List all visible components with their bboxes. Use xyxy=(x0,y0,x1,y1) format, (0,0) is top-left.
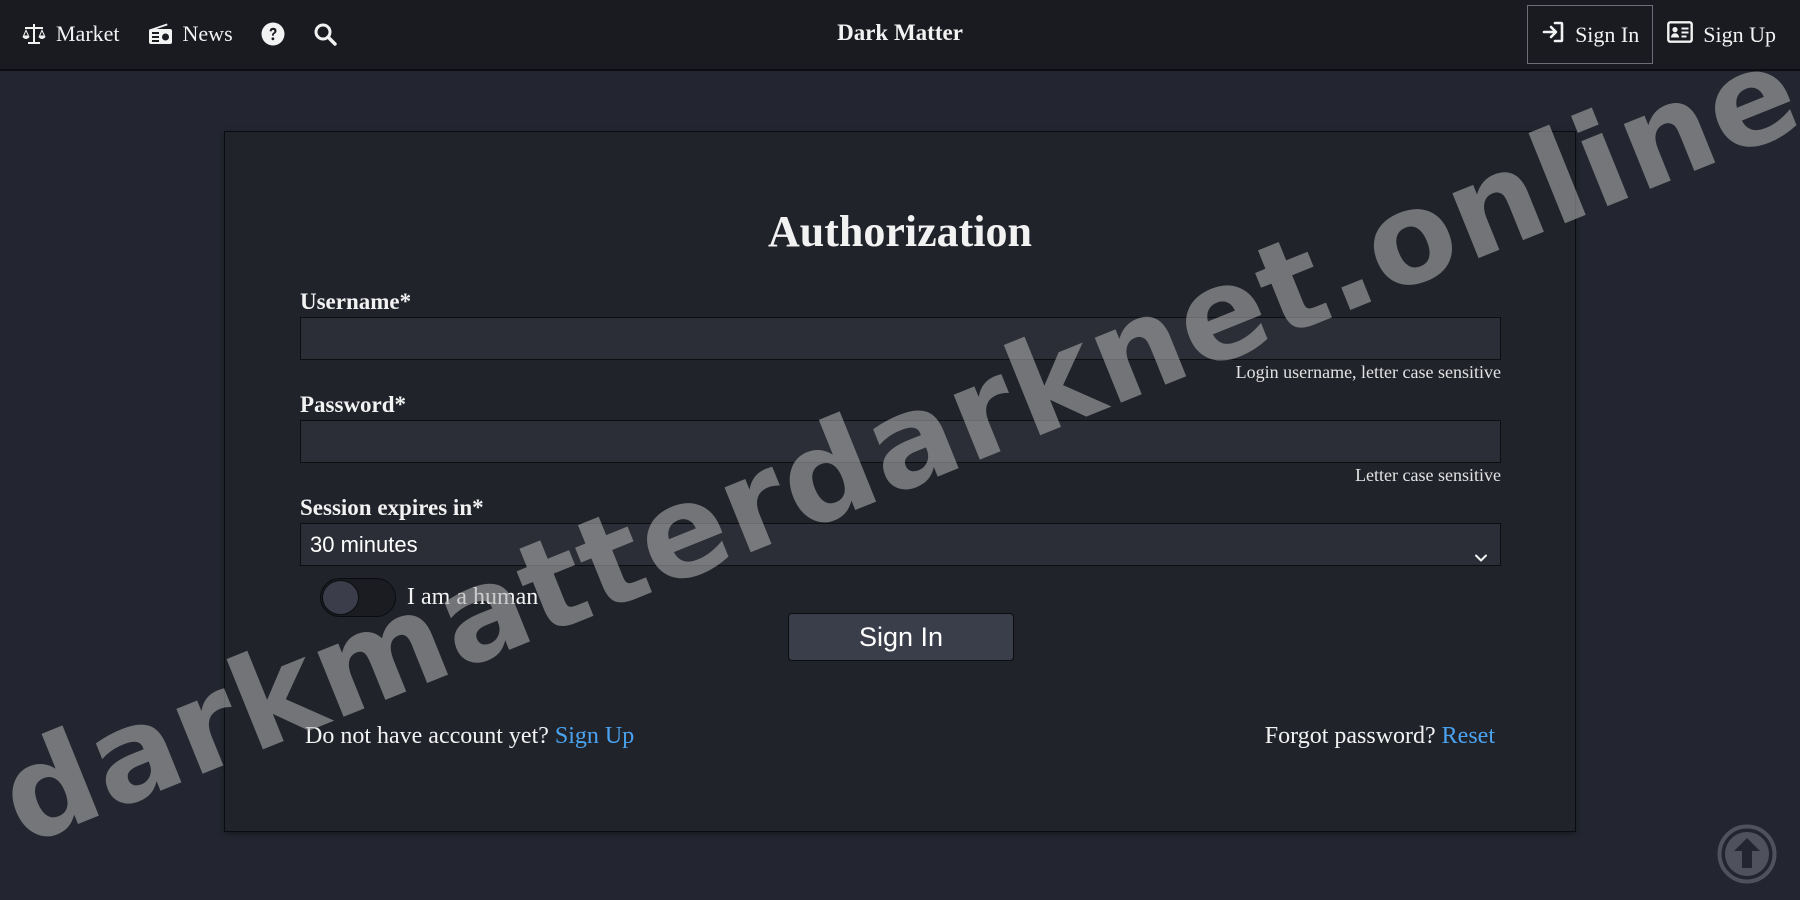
nav-market-link[interactable]: Market xyxy=(22,21,120,47)
scales-icon xyxy=(22,22,46,46)
radio-icon xyxy=(148,22,173,46)
help-icon xyxy=(261,22,285,46)
password-label: Password* xyxy=(300,392,407,417)
password-hint: Letter case sensitive xyxy=(1355,465,1501,485)
nav-search-button[interactable] xyxy=(313,22,337,46)
signup-prompt: Do not have account yet? Sign Up xyxy=(305,723,634,750)
search-icon xyxy=(313,22,337,46)
human-check-row: I am a human xyxy=(320,576,1501,618)
nav-news-label: News xyxy=(182,21,233,46)
human-toggle-label[interactable]: I am a human xyxy=(407,584,538,611)
reset-prompt: Forgot password? Reset xyxy=(1265,723,1495,750)
nav-signup-label: Sign Up xyxy=(1703,21,1776,47)
login-form: Username* Login username, letter case se… xyxy=(300,289,1501,618)
chevron-down-icon xyxy=(1474,537,1488,578)
nav-news-link[interactable]: News xyxy=(148,21,233,47)
session-select[interactable]: 30 minutes xyxy=(300,523,1501,566)
nav-market-label: Market xyxy=(56,21,120,46)
scroll-to-top-button[interactable] xyxy=(1717,824,1777,884)
no-account-text: Do not have account yet? xyxy=(305,723,549,749)
reset-link[interactable]: Reset xyxy=(1442,723,1495,749)
nav-help-button[interactable] xyxy=(261,22,285,46)
nav-signin-label: Sign In xyxy=(1575,21,1640,47)
password-field[interactable] xyxy=(300,420,1501,463)
signup-link[interactable]: Sign Up xyxy=(555,723,634,749)
top-navbar: Market News Dark Matter Sign In Sign Up xyxy=(0,0,1800,71)
site-title[interactable]: Dark Matter xyxy=(837,20,963,45)
username-hint: Login username, letter case sensitive xyxy=(1235,362,1501,382)
nav-right-group: Sign In Sign Up xyxy=(1527,5,1790,64)
human-toggle[interactable] xyxy=(320,577,396,617)
page-title: Authorization xyxy=(768,207,1032,256)
id-card-icon xyxy=(1667,20,1694,49)
session-label: Session expires in* xyxy=(300,495,484,520)
authorization-card: Authorization Username* Login username, … xyxy=(224,131,1576,832)
nav-left-group: Market News xyxy=(22,0,365,68)
session-select-value: 30 minutes xyxy=(310,532,418,557)
username-field[interactable] xyxy=(300,317,1501,360)
forgot-password-text: Forgot password? xyxy=(1264,723,1436,749)
arrow-up-circle-icon xyxy=(1717,824,1777,888)
toggle-knob xyxy=(322,579,359,615)
nav-signup-button[interactable]: Sign Up xyxy=(1653,5,1790,64)
sign-in-icon xyxy=(1541,20,1565,50)
nav-signin-button[interactable]: Sign In xyxy=(1527,5,1654,64)
username-label: Username* xyxy=(300,289,412,314)
sign-in-submit-button[interactable]: Sign In xyxy=(788,613,1014,661)
